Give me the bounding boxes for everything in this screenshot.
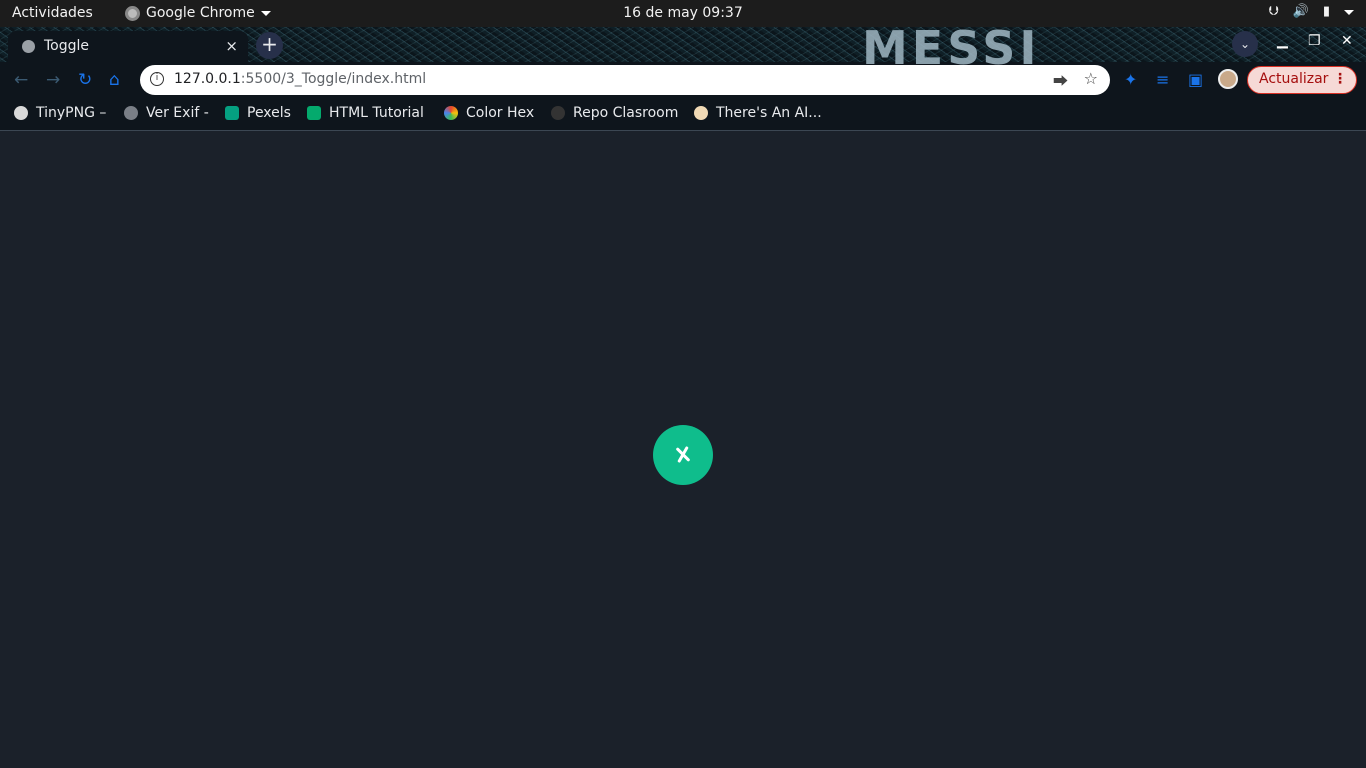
bookmarks-bar: TinyPNG – Ver Exif - Pexels HTML Tutoria…	[0, 98, 1366, 131]
w3schools-icon	[307, 106, 321, 120]
chevron-down-icon	[1344, 10, 1354, 15]
bookmark-repo-clasroom[interactable]: Repo Clasroom	[551, 105, 678, 121]
share-icon[interactable]: ⮕	[1053, 70, 1068, 91]
browser-toolbar: ← → ↻ ⌂ i 127.0.0.1:5500/3_Toggle/index.…	[0, 62, 1366, 98]
bookmark-html-tutorial[interactable]: HTML Tutorial	[307, 105, 424, 121]
avatar[interactable]	[1218, 69, 1238, 89]
window-close-icon[interactable]: ✕	[1341, 33, 1353, 49]
bookmark-label: Ver Exif -	[146, 105, 209, 121]
restore-icon[interactable]: ❐	[1308, 33, 1321, 49]
bookmark-label: HTML Tutorial	[329, 105, 424, 121]
update-label: Actualizar	[1259, 71, 1329, 87]
bookmark-star-icon[interactable]: ☆	[1084, 69, 1098, 88]
bookmark-label: TinyPNG –	[36, 105, 107, 121]
menu-dots-icon: ⋮	[1333, 71, 1347, 87]
update-button[interactable]: Actualizar ⋮	[1247, 66, 1357, 94]
clock[interactable]: 16 de may 09:37	[0, 5, 1366, 21]
back-icon[interactable]: ←	[14, 70, 28, 90]
home-icon[interactable]: ⌂	[109, 70, 120, 90]
url-host: 127.0.0.1	[174, 71, 241, 87]
bookmark-label: Repo Clasroom	[573, 105, 679, 121]
globe-icon	[124, 106, 138, 120]
bookmark-theres-an-ai[interactable]: There's An AI...	[694, 105, 822, 121]
bookmark-ver-exif[interactable]: Ver Exif -	[124, 105, 209, 121]
bookmark-tinypng[interactable]: TinyPNG –	[14, 105, 106, 121]
extensions-icon[interactable]: ✦	[1124, 70, 1137, 89]
reading-list-icon[interactable]: ≡	[1156, 70, 1169, 89]
volume-icon: 🔊	[1292, 4, 1309, 19]
forward-icon[interactable]: →	[46, 70, 60, 90]
network-icon: ⮋	[1268, 4, 1279, 19]
theme-wallpaper-text: MESSI	[862, 21, 1041, 75]
bookmark-color-hex[interactable]: Color Hex	[444, 105, 534, 121]
tab-title: Toggle	[44, 38, 90, 54]
battery-icon: ▮	[1322, 4, 1330, 19]
info-icon[interactable]: i	[150, 72, 164, 86]
url-path: :5500/3_Toggle/index.html	[240, 71, 427, 87]
globe-icon	[22, 40, 35, 53]
close-icon[interactable]: ×	[225, 37, 238, 55]
side-panel-icon[interactable]: ▣	[1188, 70, 1203, 89]
url-text[interactable]: 127.0.0.1:5500/3_Toggle/index.html	[174, 71, 426, 87]
new-tab-button[interactable]: +	[256, 32, 283, 59]
bookmark-label: There's An AI...	[716, 105, 822, 121]
tab-strip: Toggle × + MESSI ⌄ ▁ ❐ ✕	[0, 21, 1366, 75]
tab-toggle[interactable]: Toggle ×	[8, 31, 248, 62]
bookmark-pexels[interactable]: Pexels	[225, 105, 291, 121]
minimize-icon[interactable]: ▁	[1277, 33, 1288, 49]
arm-icon	[694, 106, 708, 120]
github-icon	[551, 106, 565, 120]
system-top-bar: Actividades Google Chrome 16 de may 09:3…	[0, 0, 1366, 27]
toggle-button[interactable]	[653, 425, 713, 485]
tab-search-button[interactable]: ⌄	[1232, 31, 1258, 57]
system-tray[interactable]: ⮋ 🔊 ▮	[1269, 4, 1354, 19]
bookmark-label: Pexels	[247, 105, 291, 121]
pexels-icon	[225, 106, 239, 120]
panda-icon	[14, 106, 28, 120]
page-content	[0, 132, 1366, 768]
reload-icon[interactable]: ↻	[78, 70, 92, 90]
bookmark-label: Color Hex	[466, 105, 535, 121]
colorhex-icon	[444, 106, 458, 120]
